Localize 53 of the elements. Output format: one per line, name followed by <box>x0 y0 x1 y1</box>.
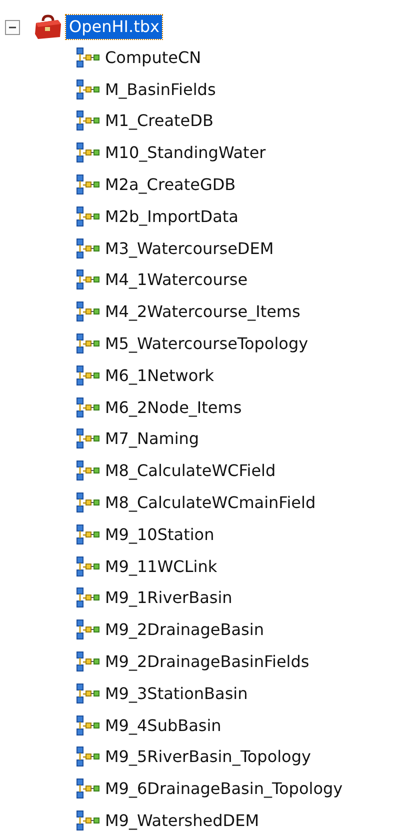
model-icon <box>76 810 100 832</box>
model-label[interactable]: M4_1Watercourse <box>102 268 251 292</box>
model-icon <box>76 301 100 324</box>
model-label[interactable]: M9_2DrainageBasinFields <box>102 650 312 674</box>
model-icon <box>76 682 100 705</box>
model-icon <box>76 333 100 356</box>
model-label[interactable]: M8_CalculateWCField <box>102 459 279 484</box>
model-icon <box>76 556 100 578</box>
model-label[interactable]: M9_6DrainageBasin_Topology <box>102 777 346 802</box>
model-label[interactable]: M6_2Node_Items <box>102 396 245 420</box>
model-icon <box>76 46 100 69</box>
model-icon <box>76 78 100 101</box>
model-label[interactable]: M9_3StationBasin <box>102 682 251 706</box>
collapse-toggle-icon[interactable] <box>5 20 20 34</box>
model-label[interactable]: M5_WatercourseTopology <box>102 332 312 356</box>
model-icon <box>76 364 100 387</box>
model-icon <box>76 651 100 674</box>
toolbox-label[interactable]: OpenHI.tbx <box>66 15 162 39</box>
model-label[interactable]: M4_2Watercourse_Items <box>102 300 304 324</box>
model-icon <box>76 492 100 514</box>
toolbox-icon <box>34 14 62 40</box>
model-label[interactable]: M3_WatercourseDEM <box>102 236 277 261</box>
model-icon <box>76 396 100 419</box>
model-label[interactable]: M9_WatershedDEM <box>102 809 262 834</box>
model-label[interactable]: M2a_CreateGDB <box>102 173 239 198</box>
model-label[interactable]: M2b_ImportData <box>102 204 242 229</box>
model-label[interactable]: M1_CreateDB <box>102 109 216 134</box>
model-icon <box>76 619 100 642</box>
model-icon <box>76 238 100 260</box>
model-icon <box>76 206 100 228</box>
model-label[interactable]: M7_Naming <box>102 427 202 452</box>
model-icon <box>76 110 100 132</box>
model-label[interactable]: M8_CalculateWCmainField <box>102 491 319 516</box>
model-icon <box>76 174 100 196</box>
model-label[interactable]: M9_10Station <box>102 522 218 547</box>
model-icon <box>76 714 100 737</box>
model-label[interactable]: ComputeCN <box>102 46 204 70</box>
model-label[interactable]: M9_4SubBasin <box>102 714 224 738</box>
model-icon <box>76 746 100 768</box>
model-icon <box>76 778 100 800</box>
model-label[interactable]: M6_1Network <box>102 364 217 388</box>
model-label[interactable]: M9_2DrainageBasin <box>102 618 267 642</box>
model-label[interactable]: M9_11WCLink <box>102 554 220 579</box>
model-label[interactable]: M9_5RiverBasin_Topology <box>102 745 314 770</box>
model-icon <box>76 460 100 482</box>
model-icon <box>76 587 100 610</box>
model-icon <box>76 269 100 292</box>
model-label[interactable]: M_BasinFields <box>102 78 219 102</box>
model-icon <box>76 428 100 450</box>
model-icon <box>76 524 100 546</box>
model-label[interactable]: M9_1RiverBasin <box>102 586 236 610</box>
model-label[interactable]: M10_StandingWater <box>102 141 269 166</box>
model-icon <box>76 142 100 164</box>
